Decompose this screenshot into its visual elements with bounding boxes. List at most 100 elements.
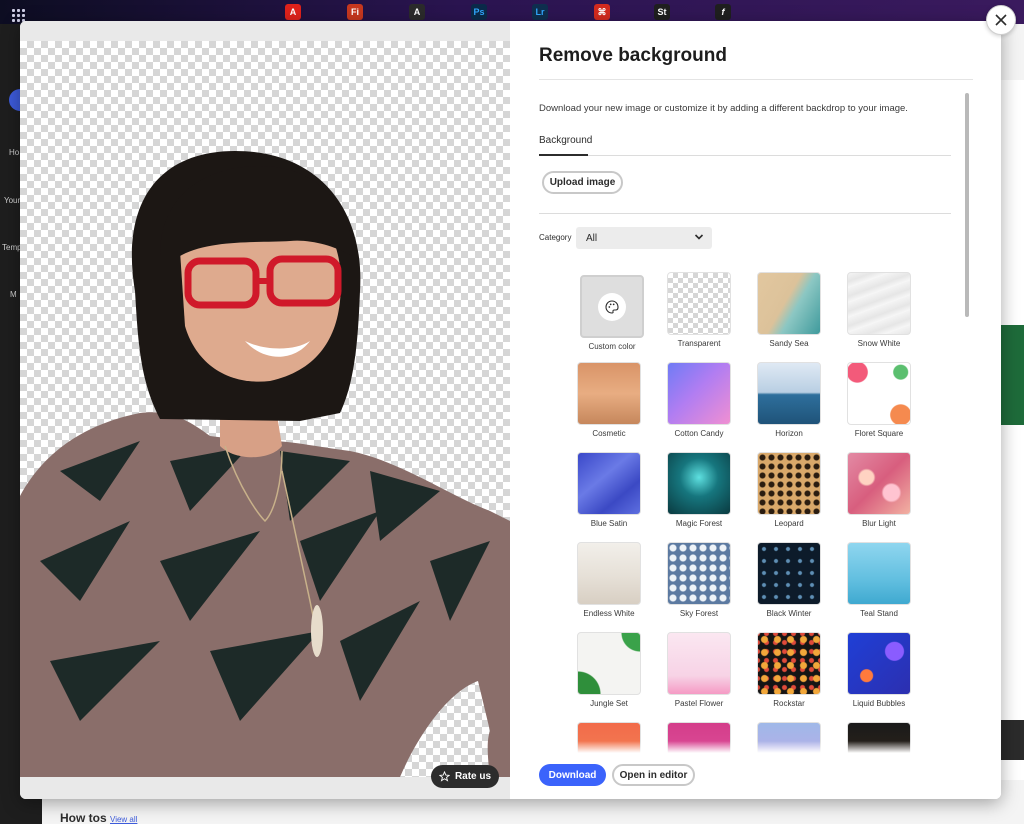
background-card [1001, 325, 1024, 425]
background-option-custom-color[interactable]: Custom color [580, 275, 644, 351]
background-thumbnail[interactable] [757, 272, 821, 335]
background-option-label: Custom color [588, 342, 636, 351]
background-option-label: Jungle Set [590, 699, 628, 708]
background-thumbnail[interactable] [847, 542, 911, 605]
download-button[interactable]: Download [539, 764, 606, 786]
background-option-pastel-flower[interactable]: Pastel Flower [667, 632, 731, 708]
background-option-jungle-set[interactable]: Jungle Set [577, 632, 641, 708]
upload-image-button[interactable]: Upload image [542, 171, 623, 194]
background-thumbnail[interactable] [757, 362, 821, 425]
background-option-black-winter[interactable]: Black Winter [757, 542, 821, 618]
background-thumbnail[interactable] [757, 452, 821, 515]
background-option-label: Blur Light [862, 519, 896, 528]
background-option-label: Black Winter [766, 609, 812, 618]
background-option-floret-square[interactable]: Floret Square [847, 362, 911, 438]
dialog-footer: Download Open in editor [510, 753, 1001, 799]
background-option-label: Transparent [677, 339, 721, 348]
background-option-leopard[interactable]: Leopard [757, 452, 821, 528]
background-option-rockstar[interactable]: Rockstar [757, 632, 821, 708]
background-thumbnail[interactable] [847, 452, 911, 515]
sidebar-item-more[interactable]: M [10, 290, 17, 299]
background-option-label: Cotton Candy [674, 429, 724, 438]
rate-us-label: Rate us [454, 771, 492, 782]
background-option-cosmetic[interactable]: Cosmetic [577, 362, 641, 438]
background-thumbnail[interactable] [757, 542, 821, 605]
star-icon [438, 771, 450, 782]
background-option-label: Magic Forest [675, 519, 723, 528]
remove-background-dialog: Rate us Remove background Download your … [20, 21, 1001, 799]
category-dropdown[interactable]: All [576, 227, 712, 249]
scrollbar-thumb[interactable] [965, 93, 969, 317]
background-option-label: Blue Satin [590, 519, 628, 528]
background-option-blue-satin[interactable]: Blue Satin [577, 452, 641, 528]
background-option-label: Liquid Bubbles [852, 699, 906, 708]
category-label: Category [539, 233, 572, 242]
sidebar-item-templates[interactable]: Temp [2, 243, 22, 252]
background-thumbnail[interactable] [757, 632, 821, 695]
remove-background-panel: Remove background Download your new imag… [510, 21, 1001, 799]
background-thumbnail[interactable] [667, 542, 731, 605]
open-in-editor-button[interactable]: Open in editor [612, 764, 695, 786]
adobe-fonts-icon[interactable]: f [715, 4, 731, 20]
background-option-liquid-bubbles[interactable]: Liquid Bubbles [847, 632, 911, 708]
background-option-sky-forest[interactable]: Sky Forest [667, 542, 731, 618]
background-option-label: Horizon [775, 429, 803, 438]
background-thumbnail[interactable] [667, 272, 731, 335]
background-option-label: Sky Forest [679, 609, 719, 618]
adobe-express-icon[interactable]: A [409, 4, 425, 20]
custom-color-swatch[interactable] [580, 275, 644, 338]
background-thumbnail[interactable] [577, 542, 641, 605]
sidebar-item-your-stuff[interactable]: Your [4, 196, 20, 205]
adobe-photoshop-icon[interactable]: Ps [471, 4, 487, 20]
background-right-strip [1001, 80, 1024, 780]
background-thumbnail[interactable] [577, 632, 641, 695]
how-tos-heading: How tos [60, 811, 107, 824]
sidebar-item-home[interactable]: Ho [9, 148, 19, 157]
background-option-transparent[interactable]: Transparent [667, 272, 731, 348]
background-option-horizon[interactable]: Horizon [757, 362, 821, 438]
background-option-label: Cosmetic [592, 429, 626, 438]
background-option-endless-white[interactable]: Endless White [577, 542, 641, 618]
tab-background[interactable]: Background [539, 135, 592, 146]
background-thumbnail[interactable] [577, 452, 641, 515]
background-thumbnail[interactable] [847, 632, 911, 695]
palette-icon [605, 299, 619, 314]
background-thumbnail[interactable] [667, 632, 731, 695]
background-card [1001, 720, 1024, 760]
background-thumbnail[interactable] [667, 452, 731, 515]
background-option-blur-light[interactable]: Blur Light [847, 452, 911, 528]
background-thumbnail[interactable] [847, 272, 911, 335]
adobe-acrobat-pdf-icon[interactable]: ⌘ [594, 4, 610, 20]
scroll-fade [510, 741, 970, 753]
close-icon [995, 14, 1007, 26]
background-thumbnail[interactable] [667, 362, 731, 425]
background-option-label: Endless White [583, 609, 635, 618]
tab-divider [539, 155, 951, 156]
dialog-description: Download your new image or customize it … [539, 103, 908, 114]
adobe-lightroom-icon[interactable]: Lr [532, 4, 548, 20]
adobe-stock-icon[interactable]: St [654, 4, 670, 20]
rate-us-button[interactable]: Rate us [431, 765, 499, 788]
background-option-magic-forest[interactable]: Magic Forest [667, 452, 731, 528]
close-dialog-button[interactable] [986, 5, 1016, 35]
background-option-teal-stand[interactable]: Teal Stand [847, 542, 911, 618]
view-all-link[interactable]: View all [110, 815, 137, 824]
background-option-label: Pastel Flower [674, 699, 724, 708]
adobe-fresco-icon[interactable]: Fi [347, 4, 363, 20]
active-tab-indicator [539, 154, 588, 156]
background-option-snow-white[interactable]: Snow White [847, 272, 911, 348]
divider [539, 79, 973, 80]
cutout-subject-image [20, 151, 510, 777]
background-thumbnail[interactable] [577, 362, 641, 425]
category-value: All [586, 232, 598, 244]
background-thumbnail[interactable] [847, 362, 911, 425]
background-option-label: Sandy Sea [769, 339, 809, 348]
background-option-label: Snow White [857, 339, 901, 348]
dialog-title: Remove background [539, 45, 727, 66]
background-option-sandy-sea[interactable]: Sandy Sea [757, 272, 821, 348]
background-option-label: Floret Square [854, 429, 904, 438]
background-option-label: Rockstar [773, 699, 805, 708]
background-option-label: Teal Stand [860, 609, 898, 618]
background-option-cotton-candy[interactable]: Cotton Candy [667, 362, 731, 438]
adobe-acrobat-icon[interactable]: A [285, 4, 301, 20]
